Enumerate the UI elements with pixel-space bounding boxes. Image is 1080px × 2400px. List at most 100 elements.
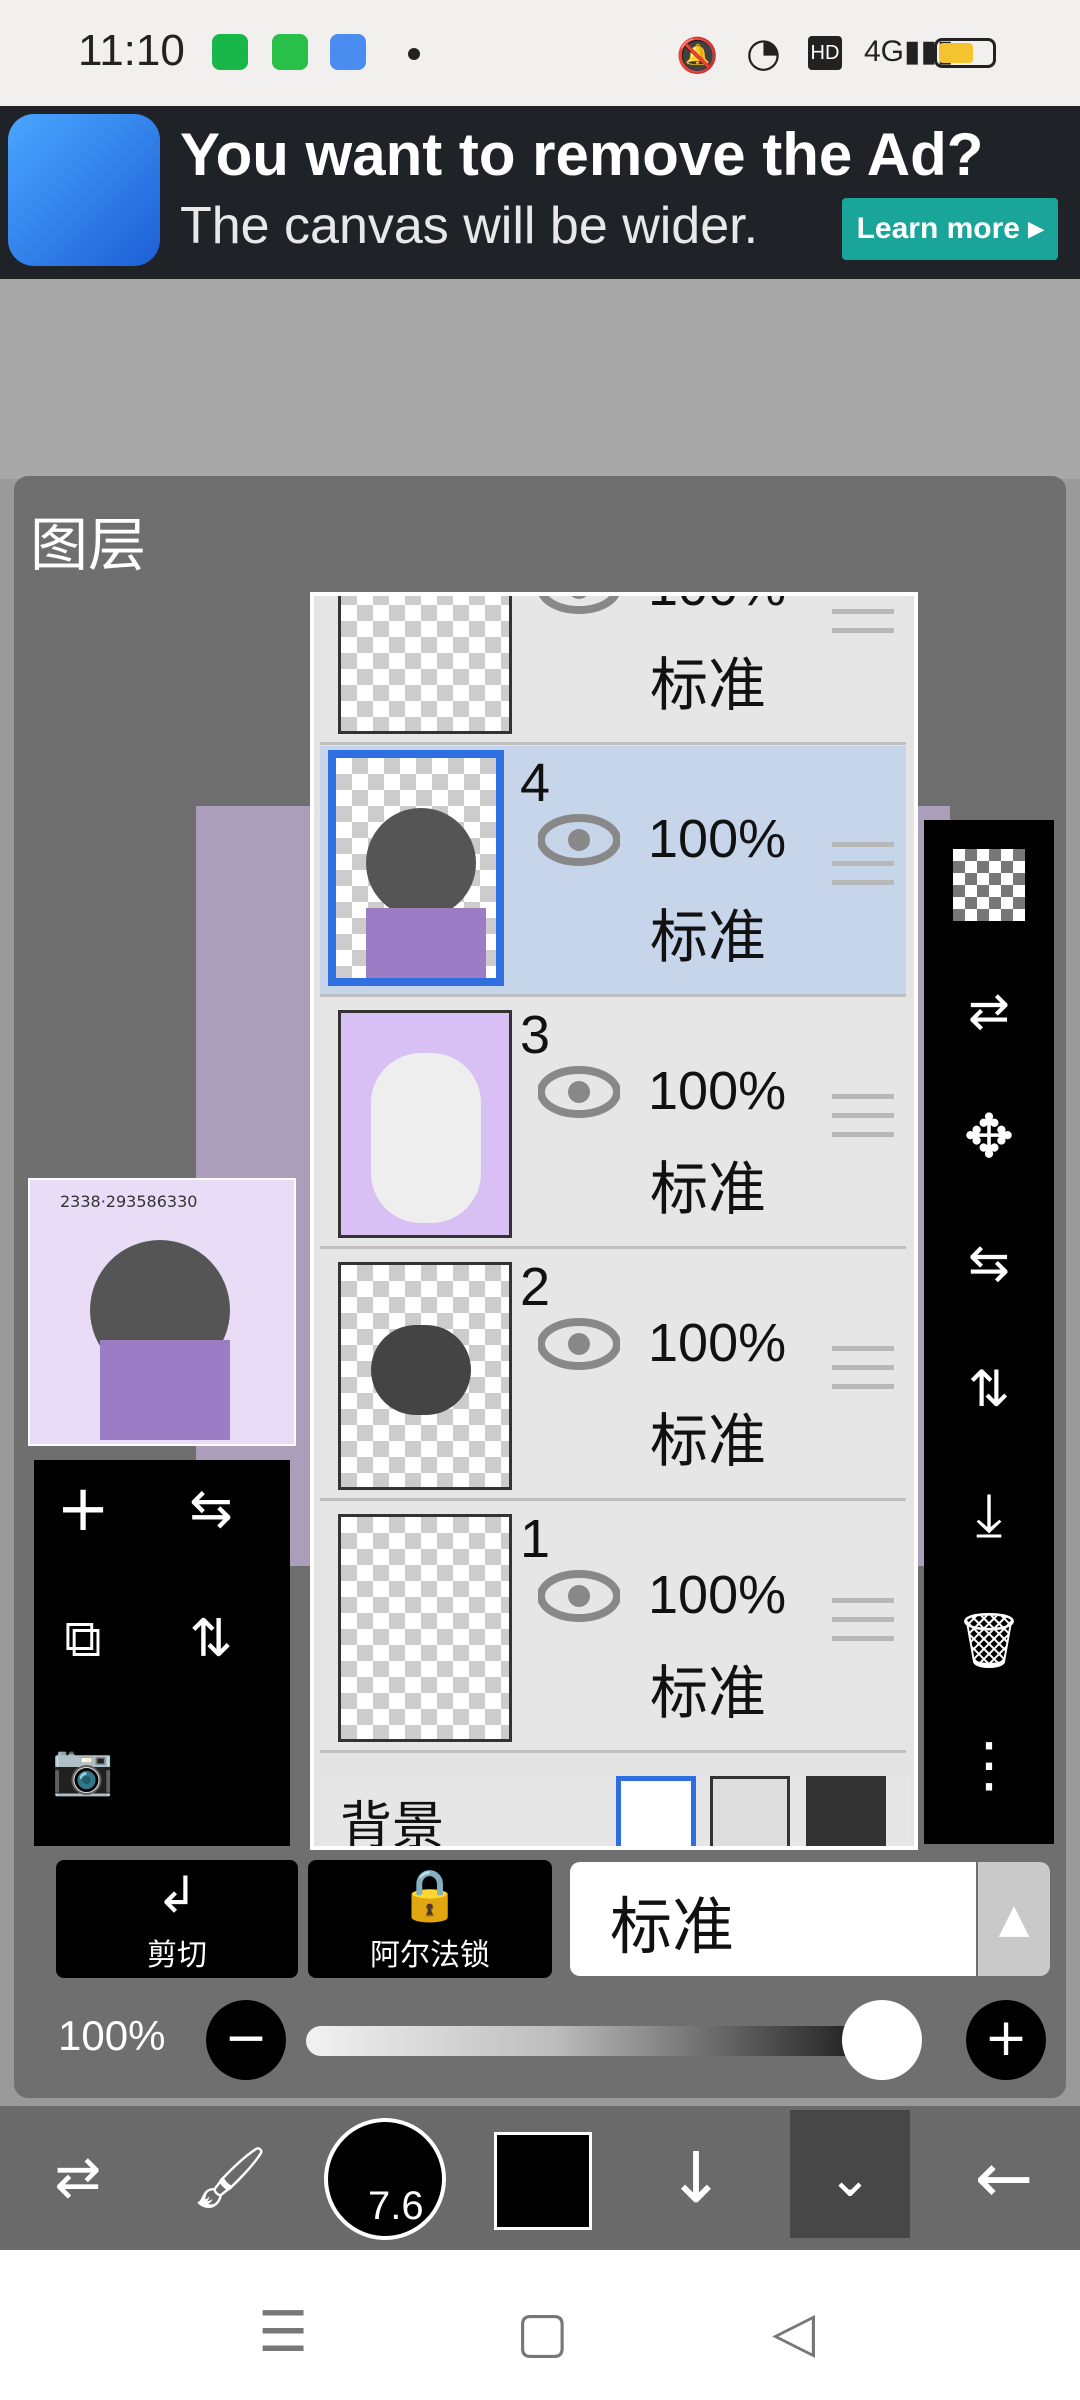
drag-handle-icon[interactable]: [832, 1598, 894, 1655]
layer-thumbnail: [338, 1514, 512, 1742]
flip-layer-vertical-button[interactable]: ⇅: [162, 1590, 260, 1688]
ad-subtitle: The canvas will be wider.: [180, 197, 759, 255]
arrow-down-icon[interactable]: ↓: [626, 2106, 766, 2250]
background-white-option[interactable]: [616, 1776, 696, 1846]
layer-number: 1: [520, 1509, 551, 1569]
layer-number: 2: [520, 1257, 551, 1317]
layer-row[interactable]: 100% 标准: [320, 592, 906, 745]
layer-blend-mode: 标准: [650, 651, 767, 719]
alpha-lock-button[interactable]: 🔒 阿尔法锁: [308, 1860, 552, 1978]
eye-icon[interactable]: [538, 1064, 620, 1120]
left-tool-panel: + ⇆ ⧉ ⇅ 📷: [34, 1460, 290, 1846]
safari-app-icon: [330, 34, 366, 70]
brush-size-value: 7.6: [368, 2184, 424, 2228]
layer-thumbnail: [338, 596, 512, 734]
layer-opacity: 100%: [648, 1313, 787, 1373]
opacity-label: 100%: [58, 2012, 166, 2059]
layer-number: 3: [520, 1005, 551, 1065]
drag-handle-icon[interactable]: [832, 1346, 894, 1403]
dot-icon: [408, 48, 420, 60]
brush-icon[interactable]: 🖌: [160, 2106, 300, 2250]
hd-icon: HD: [808, 36, 842, 70]
background-dark-option[interactable]: [806, 1776, 886, 1846]
color-swatch-button[interactable]: [494, 2132, 592, 2230]
ad-banner[interactable]: You want to remove the Ad? The canvas wi…: [0, 106, 1080, 276]
flip-vertical-icon[interactable]: ⇅: [934, 1334, 1044, 1444]
opacity-increase-button[interactable]: +: [966, 2000, 1046, 2080]
eye-icon[interactable]: [538, 592, 620, 616]
character-clothes-art: [100, 1340, 230, 1440]
layer-row-2[interactable]: 2 100% 标准: [320, 1250, 906, 1501]
tool-switch-icon[interactable]: ⇄: [8, 2106, 148, 2250]
drag-handle-icon[interactable]: [832, 596, 894, 647]
merge-down-icon[interactable]: ⤓: [934, 1460, 1044, 1570]
add-layer-button[interactable]: +: [34, 1460, 132, 1558]
learn-more-button[interactable]: Learn more ▸: [842, 198, 1058, 260]
layer-opacity: 100%: [648, 1061, 787, 1121]
wifi-icon: ◔: [746, 30, 781, 76]
drag-handle-icon[interactable]: [832, 1094, 894, 1151]
layer-blend-mode: 标准: [650, 903, 767, 971]
ad-title: You want to remove the Ad?: [180, 121, 984, 188]
blend-mode-value: 标准: [610, 1890, 735, 1963]
layer-thumbnail: [338, 1262, 512, 1490]
layer-shape-art: [371, 1053, 481, 1223]
move-icon[interactable]: ✥: [934, 1082, 1044, 1192]
layer-row-1[interactable]: 1 100% 标准: [320, 1502, 906, 1753]
home-nav-icon[interactable]: ▢: [516, 2300, 569, 2365]
clip-arrow-icon: ↲: [156, 1866, 198, 1924]
opacity-slider[interactable]: [306, 2026, 922, 2056]
layer-thumbnail: [328, 750, 504, 986]
more-options-icon[interactable]: ⋮: [934, 1710, 1044, 1820]
cut-button[interactable]: ↲ 剪切: [56, 1860, 298, 1978]
lock-icon: 🔒: [398, 1866, 462, 1924]
layer-blend-mode: 标准: [650, 1155, 767, 1223]
alpha-lock-label: 阿尔法锁: [370, 1938, 490, 1973]
layer-row-4[interactable]: 4 100% 标准: [320, 746, 906, 997]
drag-handle-icon[interactable]: [832, 842, 894, 899]
mute-icon: 🔕: [676, 36, 719, 76]
status-time: 11:10: [78, 26, 185, 75]
eye-icon[interactable]: [538, 1568, 620, 1624]
layer-opacity: 100%: [648, 1565, 787, 1625]
layer-opacity: 100%: [648, 809, 787, 869]
iqiyi-app-icon: [212, 34, 248, 70]
flip-layer-horizontal-button[interactable]: ⇆: [162, 1460, 260, 1558]
layer-blend-mode: 标准: [650, 1407, 767, 1475]
layer-list[interactable]: 100% 标准 4 100% 标准 3 100% 标准 2 100% 标准: [310, 592, 918, 1850]
back-arrow-icon[interactable]: ←: [934, 2106, 1074, 2250]
swap-layer-button[interactable]: ⇄: [934, 956, 1044, 1066]
preview-text: 2338·293586330: [60, 1192, 198, 1211]
back-nav-icon[interactable]: ◁: [772, 2300, 815, 2365]
opacity-slider-thumb[interactable]: [842, 2000, 922, 2080]
flip-horizontal-icon[interactable]: ⇆: [934, 1208, 1044, 1318]
cut-label: 剪切: [147, 1938, 207, 1973]
layer-number: 4: [520, 753, 551, 813]
blend-mode-select[interactable]: 标准: [570, 1862, 976, 1976]
opacity-decrease-button[interactable]: −: [206, 2000, 286, 2080]
transparency-grid-button[interactable]: [934, 830, 1044, 940]
background-label: 背景: [340, 1797, 445, 1850]
camera-import-button[interactable]: 📷: [34, 1720, 132, 1818]
background-transparent-option[interactable]: [710, 1776, 790, 1846]
right-tool-panel: ⇄ ✥ ⇆ ⇅ ⤓ 🗑 ⋮: [924, 820, 1054, 1844]
hair-art: [371, 1325, 471, 1415]
layer-blend-mode: 标准: [650, 1659, 767, 1727]
layer-row-3[interactable]: 3 100% 标准: [320, 998, 906, 1249]
eye-icon[interactable]: [538, 812, 620, 868]
menu-nav-icon[interactable]: ☰: [258, 2300, 308, 2365]
trash-icon[interactable]: 🗑: [934, 1586, 1044, 1696]
character-clothes-art: [366, 908, 486, 978]
blend-mode-dropdown-icon[interactable]: ▲: [978, 1862, 1050, 1976]
canvas-area[interactable]: [0, 276, 1080, 479]
eye-icon[interactable]: [538, 1316, 620, 1372]
ibispaint-logo-icon: [8, 114, 160, 266]
battery-icon: [934, 38, 996, 68]
panel-title: 图层: [30, 511, 147, 579]
chevron-down-icon[interactable]: ⌄: [780, 2106, 920, 2250]
canvas-preview-thumbnail[interactable]: [28, 1178, 296, 1446]
background-layer-row[interactable]: 背景: [320, 1776, 910, 1850]
layer-opacity: 100%: [648, 596, 786, 618]
messages-app-icon: [272, 34, 308, 70]
duplicate-layer-button[interactable]: ⧉: [34, 1590, 132, 1688]
